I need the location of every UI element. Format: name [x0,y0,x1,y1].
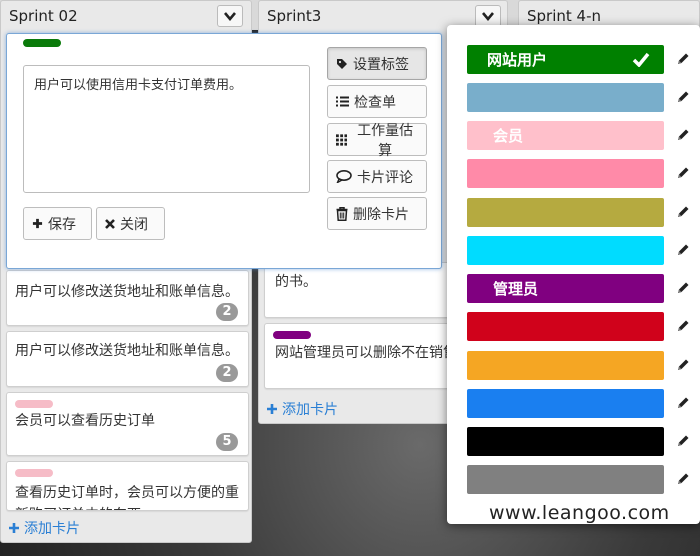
set-label-label: 设置标签 [353,56,409,73]
grid-icon [336,133,348,146]
pencil-icon[interactable] [676,52,690,66]
close-button[interactable]: 关闭 [96,207,165,240]
comment-icon [336,170,352,183]
pencil-icon[interactable] [676,243,690,257]
label-swatch[interactable] [467,198,664,227]
lane-title: Sprint3 [267,7,322,25]
card-tag [23,39,61,47]
label-picker-popup: 网站用户 会员 管理员 [447,25,700,524]
card-text: 查看历史订单时，会员可以方便的重新购买订单中的东西 [15,485,239,510]
set-label-button[interactable]: 设置标签 [327,47,427,80]
close-label: 关闭 [120,216,148,233]
plus-icon [32,218,43,229]
pencil-icon[interactable] [676,358,690,372]
card-text: 用户可以修改送货地址和账单信息。 [15,343,239,359]
estimate-button[interactable]: 工作量估算 [327,123,427,159]
save-label: 保存 [48,216,76,233]
card-text: 会员可以查看历史订单 [15,413,155,429]
pencil-icon[interactable] [676,472,690,486]
trash-icon [336,206,348,221]
pencil-icon[interactable] [676,205,690,219]
plus-icon [267,404,277,414]
label-name: 管理员 [493,280,539,298]
checklist-button[interactable]: 检查单 [327,85,427,118]
add-card-label: 添加卡片 [24,521,80,537]
add-card-button[interactable]: 添加卡片 [8,518,80,538]
delete-card-label: 删除卡片 [353,206,409,223]
list-icon [336,96,349,107]
label-swatch[interactable] [467,427,664,456]
card-text-input[interactable] [23,65,310,193]
pencil-icon[interactable] [676,434,690,448]
label-name: 会员 [493,127,524,145]
label-swatch[interactable]: 会员 [467,121,664,150]
card[interactable]: 查看历史订单时，会员可以方便的重新购买订单中的东西 [6,461,249,511]
card[interactable]: 会员可以查看历史订单 5 [6,392,249,456]
estimate-label: 工作量估算 [357,122,414,159]
lane-header: Sprint 02 [1,1,251,31]
card-badge: 2 [216,364,238,382]
card[interactable]: 用户可以修改送货地址和账单信息。 2 [6,331,249,387]
delete-card-button[interactable]: 删除卡片 [327,197,427,230]
lane-title: Sprint 02 [9,7,78,25]
label-swatch[interactable] [467,312,664,341]
card-badge: 5 [216,433,238,451]
pencil-icon[interactable] [676,166,690,180]
add-card-button[interactable]: 添加卡片 [266,399,338,419]
checklist-label: 检查单 [354,94,396,111]
card-editor: 保存 关闭 设置标签 检查单 工作量估算 卡片评论 删除卡片 [6,33,442,269]
pencil-icon[interactable] [676,319,690,333]
card-tag [273,331,311,339]
check-icon [632,52,650,67]
close-icon [105,218,115,229]
lane-title: Sprint 4-n [527,7,601,25]
pencil-icon[interactable] [676,90,690,104]
label-swatch[interactable] [467,159,664,188]
pencil-icon[interactable] [676,128,690,142]
label-swatch[interactable] [467,236,664,265]
chevron-down-icon [224,12,236,21]
tag-icon [337,58,347,69]
chevron-down-icon [482,12,494,21]
label-swatch[interactable] [467,83,664,112]
label-swatch[interactable] [467,389,664,418]
lane-menu-button[interactable] [217,5,243,27]
lane-menu-button[interactable] [475,5,501,27]
label-name: 网站用户 [487,51,548,69]
label-swatch[interactable] [467,351,664,380]
pencil-icon[interactable] [676,281,690,295]
save-button[interactable]: 保存 [23,207,92,240]
card-tag [15,469,53,477]
plus-icon [9,523,19,533]
card-badge: 2 [216,303,238,321]
card-text: 用户可以修改送货地址和账单信息。 [15,284,239,300]
watermark: www.leangoo.com [489,502,670,524]
label-swatch[interactable]: 网站用户 [467,45,664,74]
label-swatch[interactable]: 管理员 [467,274,664,303]
pencil-icon[interactable] [676,396,690,410]
card[interactable]: 用户可以修改送货地址和账单信息。 2 [6,270,249,326]
comment-button[interactable]: 卡片评论 [327,160,427,193]
add-card-label: 添加卡片 [282,402,338,418]
comment-label: 卡片评论 [357,169,413,186]
label-swatch[interactable] [467,465,664,494]
card-tag [15,400,53,408]
